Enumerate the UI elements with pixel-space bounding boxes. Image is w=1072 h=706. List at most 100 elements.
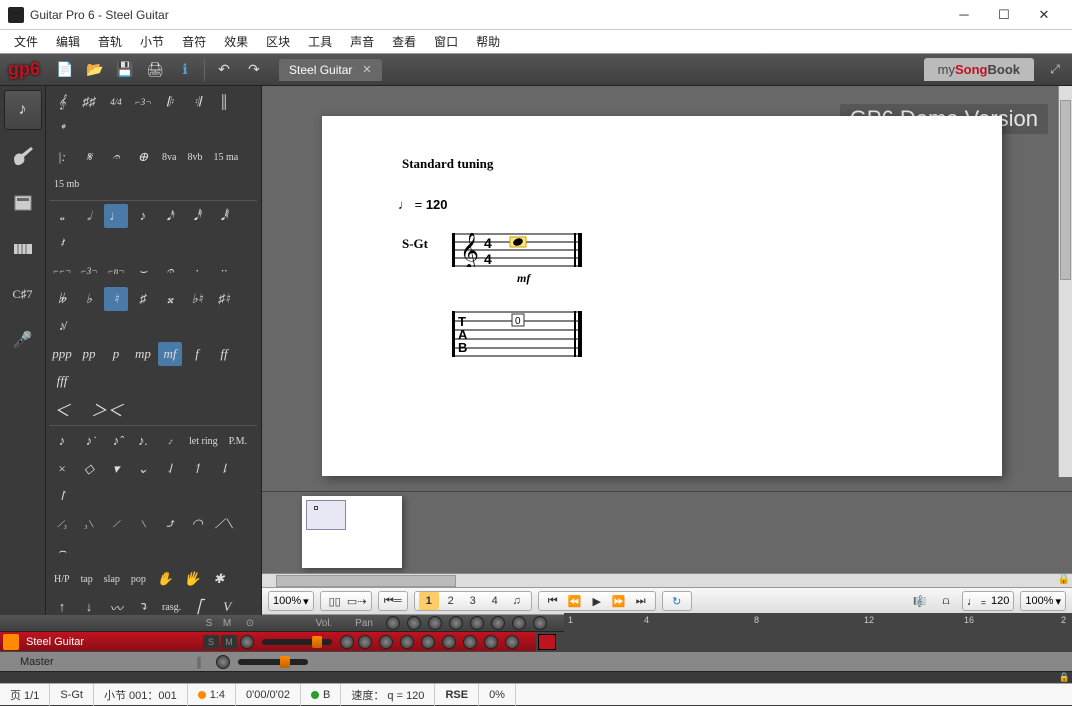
repeat-end-icon[interactable]: 𝄇 [185, 90, 209, 114]
dynamic-ppp[interactable]: ppp [50, 342, 74, 366]
thirtysecond-note-icon[interactable]: 𝅘𝅥𝅰 [185, 204, 209, 228]
knob-icon[interactable] [421, 635, 435, 649]
countin-icon[interactable]: ⏮═ [383, 592, 403, 610]
tap-icon[interactable]: tap [77, 567, 97, 591]
keyboard-tool-icon[interactable] [4, 228, 42, 268]
eq-knob[interactable] [240, 635, 254, 649]
pop-icon[interactable]: pop [127, 567, 150, 591]
menu-track[interactable]: 音轨 [90, 31, 130, 52]
menu-section[interactable]: 区块 [258, 31, 298, 52]
repeat-start-icon[interactable]: 𝄆 [158, 90, 182, 114]
note-tool-icon[interactable]: ♪ [4, 90, 42, 130]
mute-button[interactable]: M [221, 635, 237, 649]
save-file-icon[interactable]: 💾 [112, 57, 138, 83]
dynamic-mp[interactable]: mp [131, 342, 155, 366]
slashnote-icon[interactable]: ♪̸ [50, 314, 74, 338]
doublesharp-icon[interactable]: 𝄪 [158, 287, 182, 311]
knob-icon[interactable] [400, 635, 414, 649]
ottava-up-icon[interactable]: 8va [158, 145, 180, 169]
horizontal-scrollbar[interactable]: 🔒 [262, 573, 1072, 587]
legato-icon[interactable]: ⌢ [50, 539, 74, 563]
tab-close-icon[interactable]: ✕ [362, 63, 371, 76]
skip-start-icon[interactable]: ⏮ [543, 592, 563, 610]
skip-end-icon[interactable]: ⏭ [631, 592, 651, 610]
tuplet3-icon[interactable]: ⌐3¬ [77, 259, 101, 283]
master-volume-slider[interactable] [238, 659, 308, 665]
tremolo-arm-icon[interactable]: ⤵ [131, 595, 155, 615]
dynamic-pp[interactable]: pp [77, 342, 101, 366]
tuner-icon[interactable]: ⩍ [936, 592, 956, 610]
sixteenth-note-icon[interactable]: 𝅘𝅥𝅯 [158, 204, 182, 228]
new-file-icon[interactable]: 📄 [52, 57, 78, 83]
menu-tool[interactable]: 工具 [300, 31, 340, 52]
view-page-icon[interactable]: ▯▯ [325, 592, 345, 610]
menu-view[interactable]: 查看 [384, 31, 424, 52]
knob-icon[interactable] [358, 635, 372, 649]
dynamic-mf[interactable]: mf [158, 342, 182, 366]
fullscreen-icon[interactable]: ⤢ [1042, 57, 1068, 83]
eq-icon[interactable]: ⊙ [236, 618, 264, 629]
enharm-icon[interactable]: ♯♮ [212, 287, 236, 311]
knob-icon[interactable] [463, 635, 477, 649]
knob-icon[interactable] [449, 616, 463, 630]
arpeggio-up-icon[interactable]: ↾ [50, 484, 74, 508]
knob-icon[interactable] [470, 616, 484, 630]
harmonic-icon[interactable]: ◇ [77, 457, 101, 481]
doubleflat-icon[interactable]: 𝄫 [50, 287, 74, 311]
15ma-icon[interactable]: 15 ma [209, 145, 242, 169]
print-icon[interactable]: 🖨 [142, 57, 168, 83]
chord-tool-icon[interactable]: C♯7 [4, 274, 42, 314]
play-icon[interactable]: ▶ [587, 592, 607, 610]
lock-icon[interactable]: 🔒 [1058, 574, 1070, 585]
coda-icon[interactable]: 𝄌 [50, 117, 74, 141]
15mb-icon[interactable]: 15 mb [50, 172, 83, 196]
view-scroll-icon[interactable]: ▭⇢ [347, 592, 367, 610]
goto-bar1[interactable]: 1 [419, 592, 439, 610]
staccato-icon[interactable]: ♪. [131, 429, 155, 453]
slide-up-icon[interactable]: ₃⟍ [77, 512, 101, 536]
knob-icon[interactable] [505, 635, 519, 649]
downstroke-icon[interactable]: ▾ [104, 457, 128, 481]
ghost-note-icon[interactable]: ♪ [50, 429, 74, 453]
master-knob[interactable] [216, 655, 230, 669]
hold-bend-icon[interactable]: ◠ [185, 512, 209, 536]
double-dot-icon[interactable]: ·· [212, 259, 236, 283]
repeat-alt-icon[interactable]: |: [50, 145, 74, 169]
forward-icon[interactable]: ⏩ [609, 592, 629, 610]
dynamic-p[interactable]: p [104, 342, 128, 366]
goto-bar4[interactable]: 4 [485, 592, 505, 610]
crescendo-icon[interactable]: ＜ [50, 397, 74, 421]
natural-icon[interactable]: ♮ [104, 287, 128, 311]
goto-bar2[interactable]: 2 [441, 592, 461, 610]
flat2-icon[interactable]: ♭♮ [185, 287, 209, 311]
barline-icon[interactable]: ║ [212, 90, 236, 114]
vertical-scrollbar[interactable] [1058, 86, 1072, 477]
track-row[interactable]: Steel Guitar S M [0, 631, 1072, 651]
tempo-display[interactable]: ♩﹦120 [962, 591, 1014, 611]
arpeggio-down-icon[interactable]: ⇂ [212, 457, 236, 481]
open-file-icon[interactable]: 📂 [82, 57, 108, 83]
slide-down-icon[interactable]: ⟋₃ [50, 512, 74, 536]
mixer-scrollbar[interactable]: 🔒 [0, 671, 1072, 683]
solo-button[interactable]: S [203, 635, 219, 649]
slide-up2-icon[interactable]: ⟋ [104, 512, 128, 536]
track-region[interactable] [536, 632, 1072, 652]
slap-icon[interactable]: slap [100, 567, 124, 591]
palmmute-icon[interactable]: P.M. [225, 429, 251, 453]
rest-icon[interactable]: 𝄽 [50, 231, 74, 255]
info-icon[interactable]: ℹ [172, 57, 198, 83]
dynamic-f[interactable]: f [185, 342, 209, 366]
timesig-icon[interactable]: 4/4 [104, 90, 128, 114]
decrescendo-icon[interactable]: ＞＜ [77, 397, 137, 421]
star-icon[interactable]: ✱ [207, 567, 231, 591]
slide-in-icon[interactable]: ⟋⟍ [212, 512, 236, 536]
upstroke-icon[interactable]: ⌄ [131, 457, 155, 481]
bend-icon[interactable]: ⤴ [158, 512, 182, 536]
heavy-accent-icon[interactable]: ♪̂ [104, 429, 128, 453]
quarter-note-icon[interactable]: ♩ [104, 204, 128, 228]
metronome-icon[interactable]: 🎼 [910, 592, 930, 610]
track-color[interactable] [3, 634, 19, 650]
ottava-down-icon[interactable]: 8vb [183, 145, 206, 169]
knob-icon[interactable] [491, 616, 505, 630]
letring-icon[interactable]: let ring [185, 429, 222, 453]
